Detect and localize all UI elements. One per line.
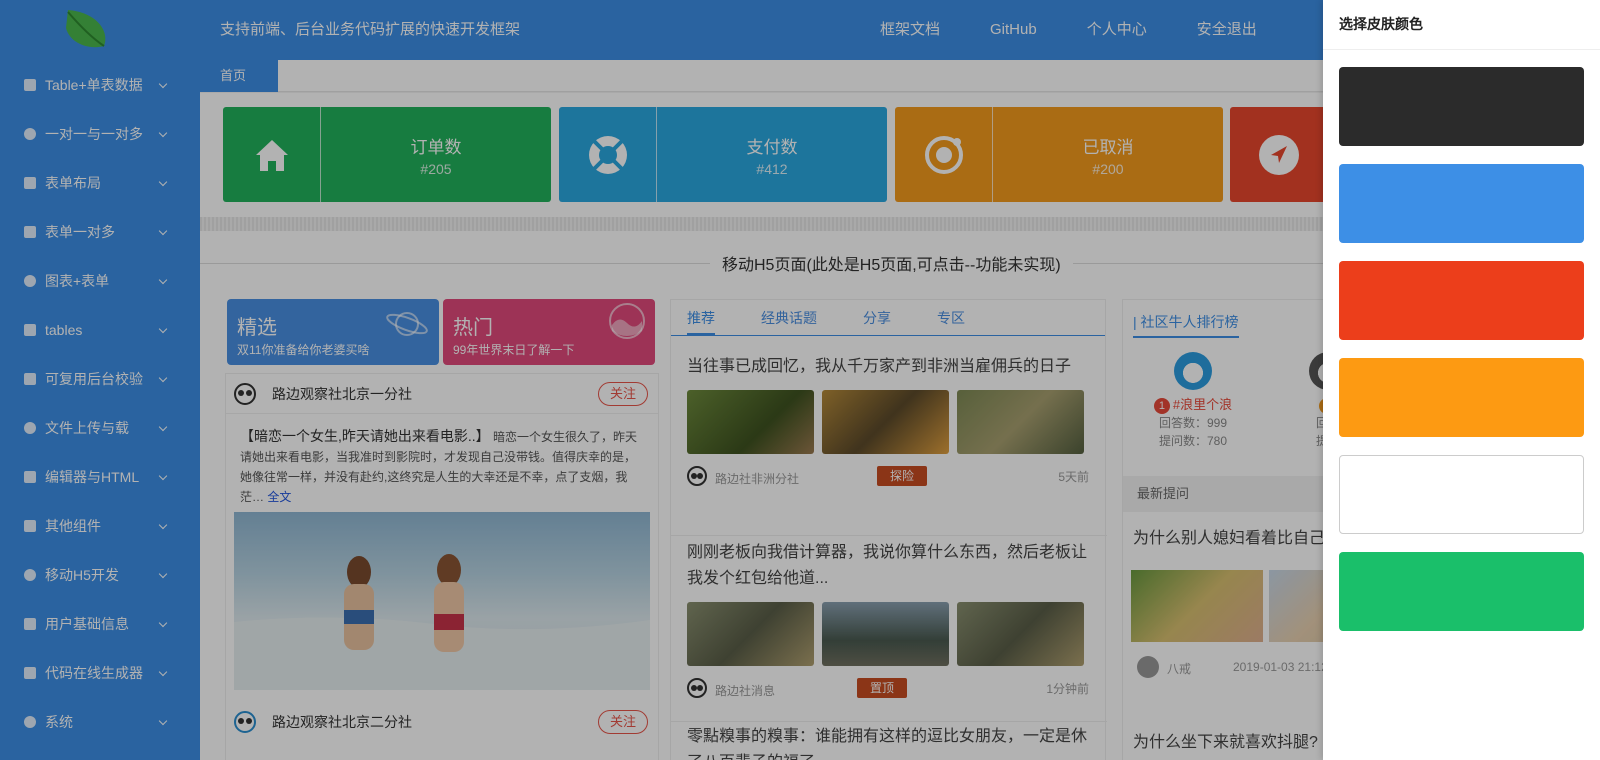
skin-panel-title: 选择皮肤颜色 [1323,0,1600,50]
skin-swatch-red[interactable] [1339,261,1584,340]
skin-swatch-green[interactable] [1339,552,1584,631]
skin-color-panel: 选择皮肤颜色 [1323,0,1600,760]
skin-swatch-white[interactable] [1339,455,1584,534]
skin-swatch-blue[interactable] [1339,164,1584,243]
skin-swatch-orange[interactable] [1339,358,1584,437]
skin-swatch-dark[interactable] [1339,67,1584,146]
